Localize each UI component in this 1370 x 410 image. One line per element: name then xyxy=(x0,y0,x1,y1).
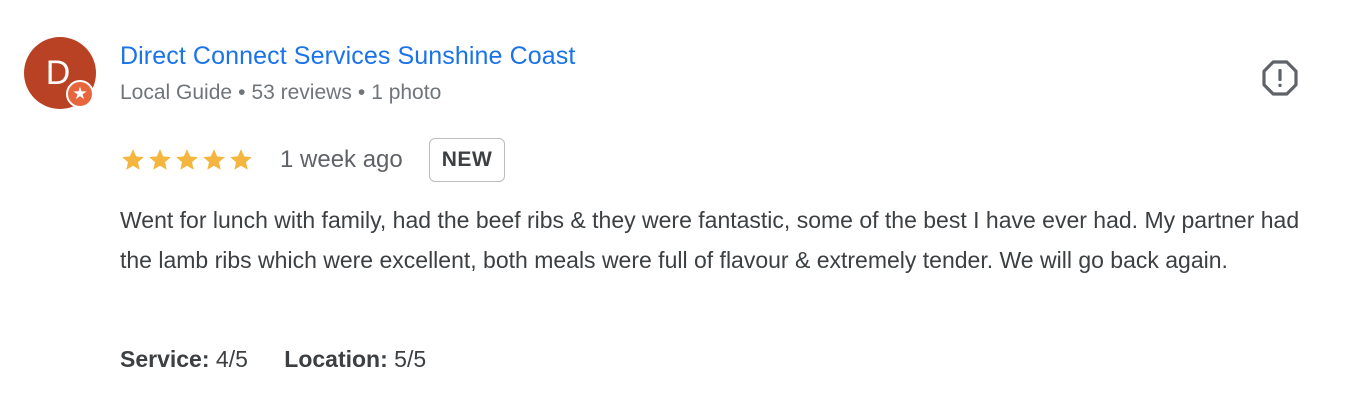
star-rating xyxy=(120,147,254,173)
attribute-label: Location: xyxy=(284,346,388,372)
reviews-count: 53 reviews xyxy=(251,81,352,104)
rating-row: 1 week ago NEW xyxy=(120,136,506,184)
review-text: Went for lunch with family, had the beef… xyxy=(120,207,1300,273)
review-date: 1 week ago xyxy=(280,146,403,173)
meta-separator: • xyxy=(357,81,366,104)
star-icon xyxy=(203,149,225,170)
attribute-value: 4/5 xyxy=(215,346,248,372)
local-guide-star-icon: ★ xyxy=(66,80,94,108)
reviewer-name-link[interactable]: Direct Connect Services Sunshine Coast xyxy=(120,40,575,72)
attribute-location: Location: 5/5 xyxy=(284,339,426,379)
meta-separator: • xyxy=(238,81,246,104)
review-card: D ★ Direct Connect Services Sunshine Coa… xyxy=(0,0,1370,410)
star-icon xyxy=(149,149,171,170)
photos-count: 1 photo xyxy=(371,81,442,104)
local-guide-label: Local Guide xyxy=(120,81,233,104)
star-icon xyxy=(176,149,198,170)
attribute-service: Service: 4/5 xyxy=(120,339,248,379)
report-icon xyxy=(1262,60,1298,96)
new-badge: NEW xyxy=(428,138,506,182)
report-button[interactable] xyxy=(1258,56,1302,100)
star-icon xyxy=(230,149,252,170)
attribute-label: Service: xyxy=(120,346,210,372)
attribute-value: 5/5 xyxy=(394,346,427,372)
star-icon xyxy=(122,149,144,170)
reviewer-meta: Local Guide • 53 reviews • 1 photo xyxy=(120,79,441,107)
review-attributes: Service: 4/5 Location: 5/5 xyxy=(120,339,456,379)
